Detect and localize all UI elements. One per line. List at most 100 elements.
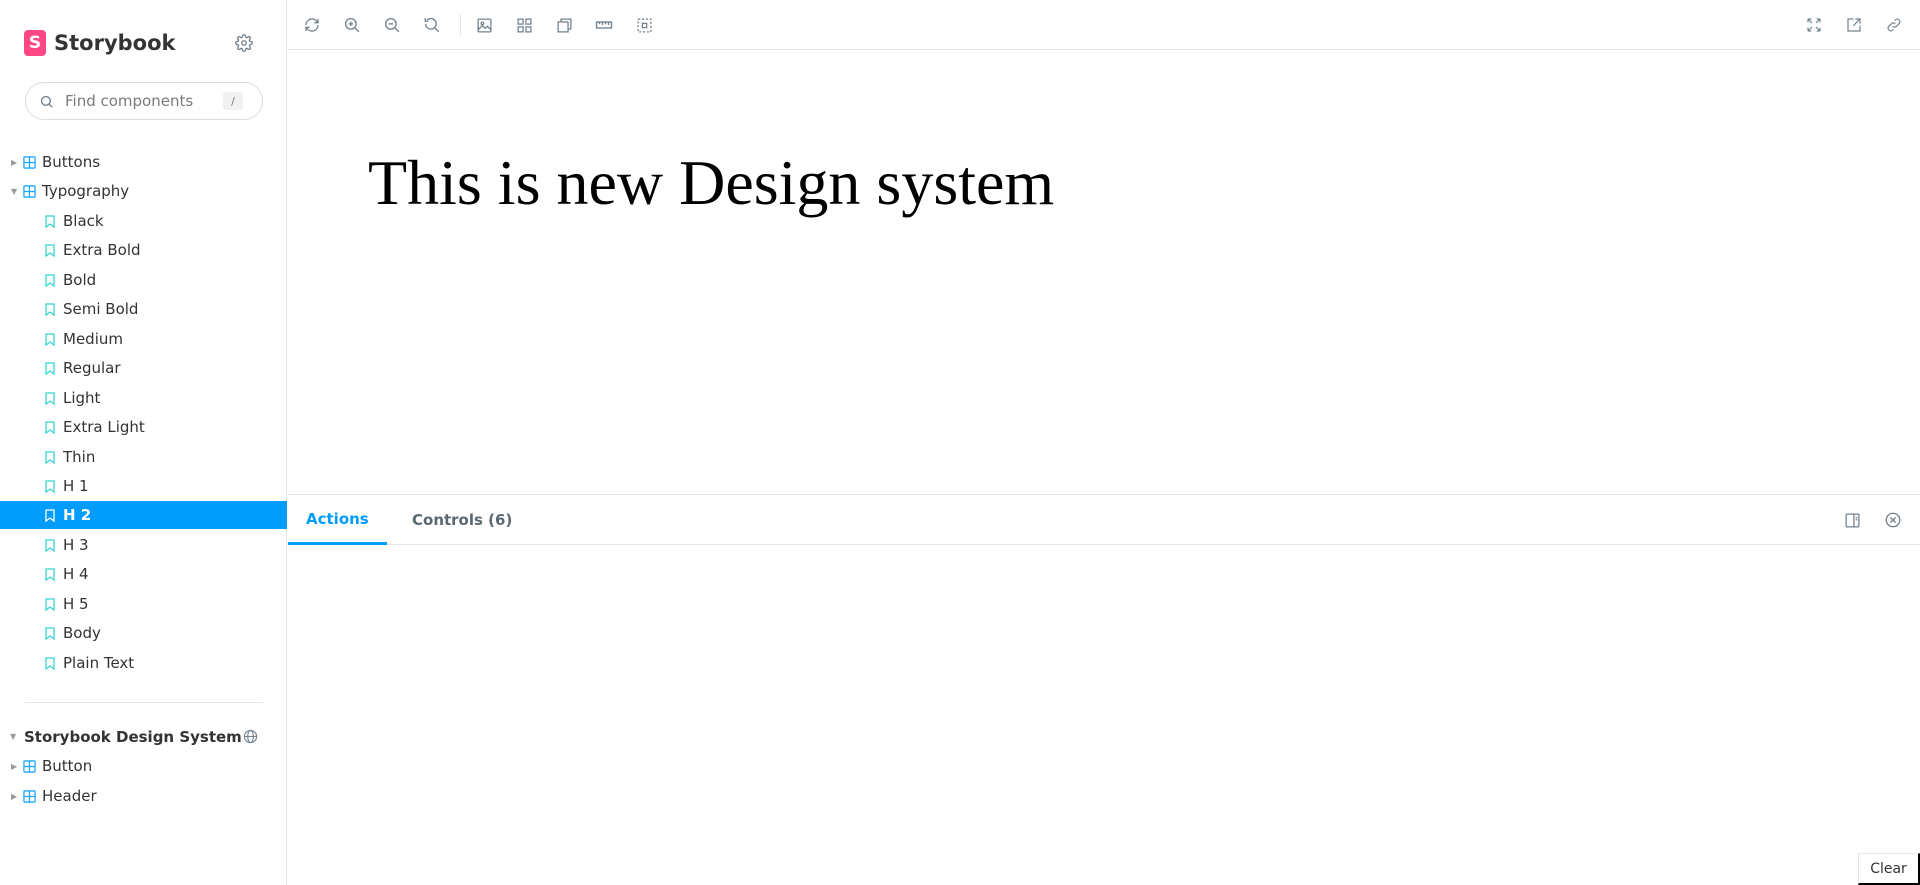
outline-button[interactable] [632,13,656,37]
tree-story-black[interactable]: Black [0,207,287,235]
tree-story-regular[interactable]: Regular [0,354,287,382]
tree-story-label: H 4 [63,565,89,583]
open-new-tab-icon [1847,18,1861,32]
open-new-tab-button[interactable] [1842,13,1866,37]
bookmark-icon [45,567,55,581]
tree-group-label: Buttons [42,153,101,171]
preview-toolbar [288,0,1920,50]
tree-story-label: Plain Text [63,654,135,672]
tree-story-bold[interactable]: Bold [0,266,287,294]
bookmark-icon [45,332,55,346]
tree-story-extra-light[interactable]: Extra Light [0,413,287,441]
tree-story-semi-bold[interactable]: Semi Bold [0,295,287,323]
bookmark-icon [45,214,55,228]
tree-story-label: Extra Bold [63,241,141,259]
background-button[interactable] [472,13,496,37]
tree-story-thin[interactable]: Thin [0,443,287,471]
zoom-reset-button[interactable] [420,13,444,37]
tree-group-typography[interactable]: ▼ Typography [0,177,287,205]
bookmark-icon [45,361,55,375]
tab-actions[interactable]: Actions [288,495,387,545]
tree-story-h3[interactable]: H 3 [0,531,287,559]
tree-story-plain-text[interactable]: Plain Text [0,649,287,677]
tree-story-label: Black [63,212,104,230]
storybook-logo-icon: S [24,30,46,56]
tree-story-label: Semi Bold [63,300,139,318]
outline-icon [636,17,652,33]
grid-icon [516,17,532,33]
tree-group-label: Typography [42,182,130,200]
tree-story-label: Medium [63,330,123,348]
component-icon [23,759,36,773]
bookmark-icon [45,479,55,493]
tab-controls[interactable]: Controls (6) [400,495,524,545]
viewport-button[interactable] [552,13,576,37]
caret-right-icon: ▶ [11,761,18,771]
zoom-in-button[interactable] [340,13,364,37]
tree-story-medium[interactable]: Medium [0,325,287,353]
brand[interactable]: S Storybook [24,28,176,58]
fullscreen-button[interactable] [1802,13,1826,37]
toolbar-separator [460,14,461,36]
grid-button[interactable] [512,13,536,37]
bookmark-icon [45,626,55,640]
tree-story-label: H 1 [63,477,89,495]
tree-story-body[interactable]: Body [0,619,287,647]
clear-button[interactable]: Clear [1858,853,1920,885]
search-input[interactable] [65,92,215,110]
tree-story-h2[interactable]: H 2 [0,501,287,529]
tree-story-label: Bold [63,271,97,289]
settings-button[interactable] [233,32,255,54]
fullscreen-icon [1807,18,1821,32]
tree-story-label: Light [63,389,101,407]
reload-button[interactable] [300,13,324,37]
tree-story-label: H 2 [63,506,92,524]
tree-group-label: Header [42,787,97,805]
viewport-icon [556,17,572,33]
tree-group-header[interactable]: ▶ Header [0,782,287,810]
tree-story-extra-bold[interactable]: Extra Bold [0,236,287,264]
globe-icon[interactable] [243,729,258,744]
close-panel-button[interactable] [1882,509,1904,531]
tree-story-label: Body [63,624,101,642]
tree-group-button[interactable]: ▶ Button [0,752,287,780]
caret-right-icon: ▶ [11,157,18,167]
external-section-title[interactable]: Storybook Design System [24,728,242,746]
copy-link-button[interactable] [1882,13,1906,37]
tree-story-label: H 5 [63,595,89,613]
search-box[interactable]: / [25,82,263,120]
bookmark-icon [45,302,55,316]
panel-orientation-button[interactable] [1841,509,1863,531]
tree-story-h4[interactable]: H 4 [0,560,287,588]
search-shortcut-key: / [223,92,243,110]
close-icon [1885,512,1901,528]
caret-down-icon[interactable]: ▼ [10,732,16,741]
bookmark-icon [45,597,55,611]
bookmark-icon [45,273,55,287]
tree-story-h1[interactable]: H 1 [0,472,287,500]
component-icon [23,184,36,198]
component-icon [23,789,36,803]
measure-button[interactable] [592,13,616,37]
tree-group-buttons[interactable]: ▶ Buttons [0,148,287,176]
story-canvas: This is new Design system [288,51,1920,494]
bookmark-icon [45,656,55,670]
zoom-out-icon [384,17,400,33]
sidebar-divider [25,702,263,703]
tree-story-label: Thin [63,448,96,466]
sidebar: S Storybook / ▶ Buttons ▼ Typography Bla… [0,0,287,885]
tree-group-label: Button [42,757,93,775]
caret-down-icon: ▼ [11,186,18,196]
zoom-out-button[interactable] [380,13,404,37]
tree-story-h5[interactable]: H 5 [0,590,287,618]
addons-panel: Actions Controls (6) Clear [288,494,1920,885]
background-icon [476,17,492,33]
tree-story-light[interactable]: Light [0,384,287,412]
zoom-reset-icon [424,17,440,33]
tree-story-label: Regular [63,359,121,377]
tree-story-label: Extra Light [63,418,145,436]
bookmark-icon [45,420,55,434]
copy-link-icon [1887,18,1901,32]
tree-story-label: H 3 [63,536,89,554]
gear-icon [235,34,253,52]
